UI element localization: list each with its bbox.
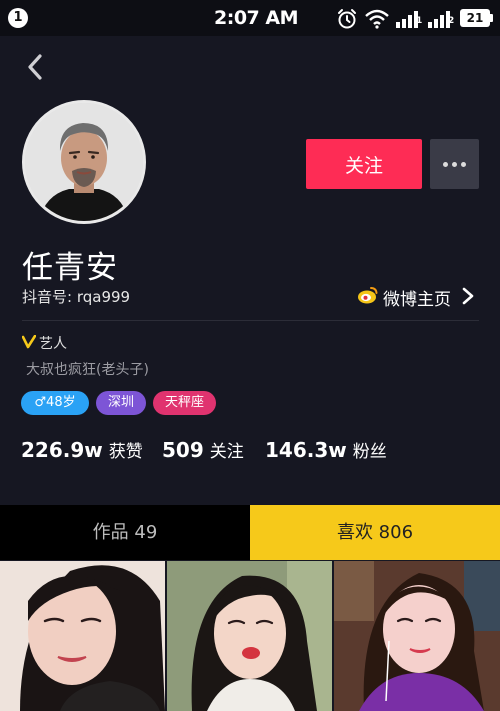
back-button[interactable] [22, 52, 48, 82]
battery-indicator: 21 [460, 9, 493, 27]
sim2-label: 2 [448, 16, 455, 26]
followers-stat[interactable]: 146.3w 粉丝 [265, 437, 387, 462]
weibo-label: 微博主页 [383, 290, 451, 310]
weibo-icon [358, 287, 378, 304]
video-thumbnail[interactable] [334, 561, 500, 711]
status-clock: 2:07 AM [214, 7, 299, 29]
thumbnail-image [0, 561, 165, 711]
thumbnail-image [334, 561, 500, 711]
more-dots-icon [461, 162, 466, 167]
status-bar: 1 2:07 AM 1 2 21 [0, 0, 500, 36]
followers-label: 粉丝 [352, 442, 387, 462]
city-tag: 深圳 [96, 391, 146, 415]
likes-label: 获赞 [108, 442, 143, 462]
wifi-icon [365, 9, 389, 29]
age-tag: ♂48岁 [21, 391, 89, 415]
bio-text: 大叔也疯狂(老头子) [26, 362, 149, 378]
likes-count: 226.9w [21, 438, 103, 462]
verified-v-icon [22, 335, 36, 349]
following-stat[interactable]: 509 关注 [162, 437, 244, 462]
video-thumbnail[interactable] [0, 561, 165, 711]
sim1-label: 1 [416, 16, 423, 26]
alarm-icon [338, 9, 356, 29]
user-name: 任青安 [22, 250, 118, 286]
more-dots-icon [443, 162, 448, 167]
follow-button[interactable]: 关注 [306, 139, 422, 189]
verified-label: 艺人 [39, 336, 67, 352]
following-count: 509 [162, 438, 204, 462]
chevron-left-icon [28, 54, 42, 80]
douyin-id: 抖音号: rqa999 [22, 288, 131, 306]
video-thumbnail[interactable] [167, 561, 332, 711]
tab-likes[interactable]: 喜欢 806 [250, 505, 500, 560]
tab-works[interactable]: 作品 49 [0, 505, 250, 560]
thumbnail-image [167, 561, 332, 711]
followers-count: 146.3w [265, 438, 347, 462]
divider [22, 320, 479, 321]
avatar[interactable] [22, 100, 146, 224]
chevron-right-icon [462, 287, 474, 305]
following-label: 关注 [209, 442, 244, 462]
more-dots-icon [452, 162, 457, 167]
more-button[interactable] [430, 139, 479, 189]
avatar-portrait [25, 103, 143, 221]
notification-badge: 1 [8, 8, 28, 28]
likes-stat[interactable]: 226.9w 获赞 [21, 437, 143, 462]
zodiac-tag: 天秤座 [153, 391, 216, 415]
